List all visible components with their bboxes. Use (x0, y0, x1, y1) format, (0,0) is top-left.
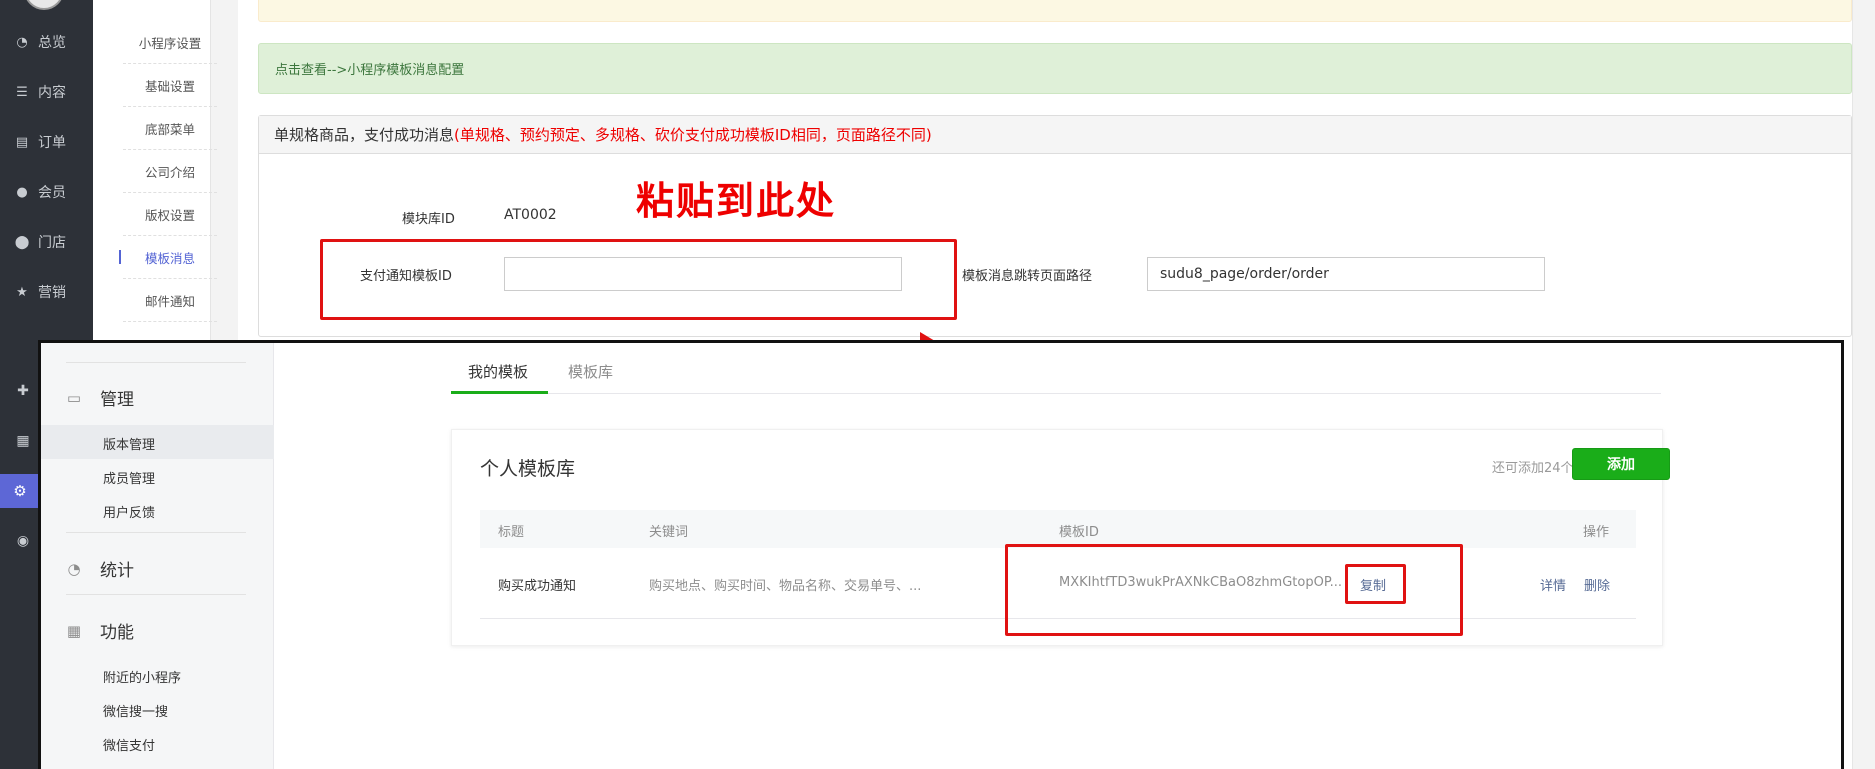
table-icon[interactable]: ▦ (14, 432, 32, 450)
nav-label: 内容 (38, 85, 66, 101)
nav-label: 门店 (38, 235, 66, 251)
user-icon: ● (16, 184, 28, 200)
nav-item-members[interactable]: ● 会员 (0, 177, 93, 207)
avatar[interactable] (24, 0, 64, 10)
section-features: ▦ 功能 (66, 618, 134, 644)
delete-link[interactable]: 删除 (1584, 575, 1610, 594)
link-member-management[interactable]: 成员管理 (103, 468, 155, 487)
tab-template-library[interactable]: 模板库 (568, 361, 613, 382)
divider (66, 362, 246, 363)
subnav-item-template-messages[interactable]: 模板消息 (119, 236, 217, 279)
pie-chart-icon: ◔ (16, 34, 28, 50)
template-quota: 还可添加24个 (1492, 461, 1574, 476)
active-tab-underline (451, 391, 548, 394)
gear-icon[interactable]: ⚙ (0, 474, 40, 508)
link-version-management[interactable]: 版本管理 (103, 434, 155, 453)
document-icon: ▤ (15, 134, 29, 150)
paste-here-callout: 粘贴到此处 (636, 179, 837, 223)
dashboard-icon[interactable]: ◉ (14, 532, 32, 550)
table-header: 标题 关键词 模板ID 操作 (480, 510, 1636, 548)
right-edge-strip (1852, 0, 1875, 769)
tab-my-templates[interactable]: 我的模板 (468, 361, 528, 382)
nav-label: 营销 (38, 285, 66, 301)
row-title: 购买成功通知 (498, 579, 577, 594)
header-template-id: 模板ID (1059, 525, 1099, 540)
subnav-item-bottom-menu[interactable]: 底部菜单 (123, 107, 217, 150)
nav-item-overview[interactable]: ◔ 总览 (0, 27, 93, 57)
page-path-input[interactable]: sudu8_page/order/order (1147, 257, 1545, 291)
section-manage: ▭ 管理 (66, 385, 134, 411)
header-keywords: 关键词 (649, 525, 689, 540)
location-pin-icon: ⬤ (14, 234, 30, 250)
paste-target-highlight (320, 239, 957, 320)
nav-item-orders[interactable]: ▤ 订单 (0, 127, 93, 157)
wechat-mp-window: ▭ 管理 版本管理 成员管理 用户反馈 ◔ 统计 ▦ 功能 附近的小程序 微信搜… (38, 340, 1844, 769)
subnav-item-email-notify[interactable]: 邮件通知 (123, 279, 217, 322)
nav-item-marketing[interactable]: ★ 营销 (0, 277, 93, 307)
nav-item-content[interactable]: ☰ 内容 (0, 77, 93, 107)
list-icon: ☰ (16, 84, 28, 100)
inbox-icon: ▭ (66, 388, 82, 407)
nav-label: 订单 (38, 135, 66, 151)
section-stats-title: 统计 (100, 561, 134, 581)
library-id-value: AT0002 (504, 207, 557, 223)
section-features-title: 功能 (100, 623, 134, 643)
header-title: 标题 (498, 525, 525, 540)
subnav-item-company-intro[interactable]: 公司介绍 (123, 150, 217, 193)
wx-sidebar: ▭ 管理 版本管理 成员管理 用户反馈 ◔ 统计 ▦ 功能 附近的小程序 微信搜… (41, 343, 274, 769)
star-icon: ★ (16, 284, 28, 300)
row-keywords: 购买地点、购买时间、物品名称、交易单号、... (649, 579, 922, 594)
puzzle-icon[interactable]: ✚ (14, 382, 32, 400)
link-nearby-miniprogram[interactable]: 附近的小程序 (103, 667, 181, 686)
nav-item-stores[interactable]: ⬤ 门店 (0, 227, 93, 257)
copy-button-highlight (1345, 564, 1406, 604)
library-id-label: 模块库ID (402, 212, 455, 227)
page-path-label: 模板消息跳转页面路径 (962, 269, 1093, 284)
link-wechat-pay[interactable]: 微信支付 (103, 735, 155, 754)
card-title: 个人模板库 (480, 458, 576, 480)
link-wechat-search[interactable]: 微信搜一搜 (103, 701, 168, 720)
pie-chart-icon: ◔ (67, 559, 81, 578)
nav-label: 会员 (38, 185, 66, 201)
panel-heading: 单规格商品，支付成功消息 (单规格、预约预定、多规格、砍价支付成功模板ID相同，… (259, 116, 1851, 154)
warning-notice (258, 0, 1852, 22)
panel-title-note: (单规格、预约预定、多规格、砍价支付成功模板ID相同，页面路径不同) (454, 126, 932, 144)
section-stats[interactable]: ◔ 统计 (66, 556, 134, 582)
divider (66, 532, 246, 533)
header-actions: 操作 (1583, 525, 1610, 540)
subnav-item-copyright[interactable]: 版权设置 (123, 193, 217, 236)
section-manage-title: 管理 (100, 390, 134, 410)
link-user-feedback[interactable]: 用户反馈 (103, 502, 155, 521)
divider (66, 594, 246, 595)
subnav-item-basic-settings[interactable]: 基础设置 (123, 64, 217, 107)
template-config-link[interactable]: 点击查看-->小程序模板消息配置 (258, 43, 1852, 94)
grid-icon: ▦ (66, 621, 82, 640)
detail-link[interactable]: 详情 (1540, 575, 1566, 594)
active-link-highlight (41, 425, 274, 459)
panel-title: 单规格商品，支付成功消息 (274, 126, 455, 144)
subnav-item-miniprogram-settings[interactable]: 小程序设置 (123, 21, 217, 64)
add-template-button[interactable]: 添加 (1572, 448, 1670, 480)
tab-bar-line (451, 393, 1661, 394)
nav-label: 总览 (38, 35, 66, 51)
